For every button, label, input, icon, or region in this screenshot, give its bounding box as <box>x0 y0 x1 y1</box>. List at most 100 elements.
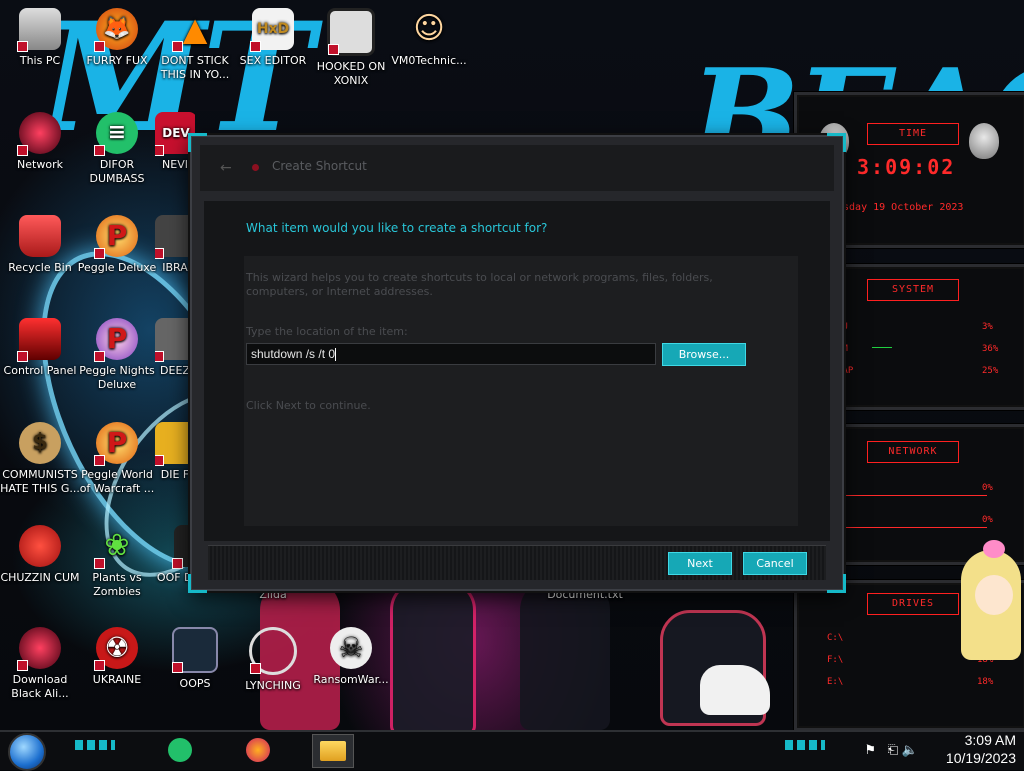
desktop-icon-dont-stick[interactable]: ▲ DONT STICK THIS IN YO... <box>155 8 235 82</box>
recycle-bin-icon <box>19 215 61 257</box>
back-arrow-icon[interactable]: ← <box>220 161 242 175</box>
wallpaper-figure <box>520 580 610 730</box>
cancel-button[interactable]: Cancel <box>743 552 807 575</box>
next-button[interactable]: Next <box>668 552 732 575</box>
desktop-icon-hooked-on-xonix[interactable]: HOOKED ON XONIX <box>311 8 391 88</box>
dialog-content: What item would you like to create a sho… <box>204 201 830 541</box>
desktop-icon-label: CHUZZIN CUM <box>0 571 80 584</box>
desktop-icon-deez[interactable]: DEEZ <box>155 318 195 378</box>
browse-button[interactable]: Browse... <box>662 343 746 366</box>
desktop-icon-label: Control Panel <box>3 364 77 377</box>
start-button[interactable] <box>8 733 46 771</box>
desktop-icon-label: HOOKED ON XONIX <box>316 60 386 87</box>
desktop-icon-plants-vs-zombies[interactable]: ❀ Plants vs Zombies <box>77 525 157 599</box>
money-bag-icon: $ <box>19 422 61 464</box>
desktop-icon-label: This PC <box>19 54 61 67</box>
computer-icon <box>17 8 61 52</box>
desktop-icon-vm0technic[interactable]: ☺ VM0Technic... <box>389 8 469 68</box>
continue-hint: Click Next to continue. <box>246 399 371 412</box>
drive-label: C:\ <box>827 633 844 643</box>
desktop-icon-label: Peggle Nights Deluxe <box>79 364 155 391</box>
alien-globe-icon <box>17 627 61 671</box>
firefox-icon: 🦊 <box>94 8 138 52</box>
desktop-icon-label: DEEZ <box>160 364 190 377</box>
desktop-icon-ransomware[interactable]: ☠ RansomWar... <box>311 627 391 687</box>
wizard-heading: What item would you like to create a sho… <box>246 221 548 235</box>
chuzzle-icon <box>19 525 61 567</box>
peggle-icon: P <box>94 422 138 466</box>
action-center-icon[interactable]: ⚑ <box>864 742 876 758</box>
clock-date[interactable]: 10/19/2023 <box>926 750 1016 766</box>
desktop-icon-peggle-nights[interactable]: P Peggle Nights Deluxe <box>77 318 157 392</box>
desktop-icon-chuzzin[interactable]: CHUZZIN CUM <box>0 525 80 585</box>
taskbar-app-notes[interactable] <box>160 734 200 766</box>
create-shortcut-dialog: ← Create Shortcut What item would you li… <box>188 133 846 593</box>
desktop-icon-control-panel[interactable]: Control Panel <box>0 318 80 378</box>
widget-title: TIME <box>867 123 959 145</box>
firefox-icon <box>246 738 270 762</box>
desktop-icon-recycle-bin[interactable]: Recycle Bin <box>0 215 80 275</box>
app-icon <box>155 318 195 362</box>
wizard-description: This wizard helps you to create shortcut… <box>246 271 713 298</box>
desktop-icon-ukraine[interactable]: ☢ UKRAINE <box>77 627 157 687</box>
ram-meter <box>872 347 892 348</box>
network-icon[interactable]: ⎗ <box>888 742 898 758</box>
widget-time-value: 3:09:02 <box>857 155 956 179</box>
desktop-icon-label: LYNCHING <box>245 679 301 692</box>
character-face <box>975 575 1013 615</box>
desktop-icon-die-f[interactable]: DIE F <box>155 422 195 482</box>
text-cursor <box>335 348 337 362</box>
download-graph <box>837 495 987 496</box>
taskbar-decoration <box>75 740 115 750</box>
desktop-icon-ibra[interactable]: IBRA <box>155 215 195 275</box>
desktop-icon-furry-fux[interactable]: 🦊 FURRY FUX <box>77 8 157 68</box>
desktop-icon-label: Network <box>17 158 63 171</box>
desktop-icon-peggle-deluxe[interactable]: P Peggle Deluxe <box>77 215 157 275</box>
drive-value: 18% <box>977 677 994 687</box>
desktop-icon-label: FURRY FUX <box>86 54 148 67</box>
drive-label: E:\ <box>827 677 844 687</box>
shortcut-app-icon <box>252 164 259 171</box>
flower-icon: ❀ <box>94 525 138 569</box>
desktop-icon-oops[interactable]: OOPS <box>155 627 235 691</box>
desktop-icon-label: OOPS <box>179 677 211 690</box>
drive-label: F:\ <box>827 655 844 665</box>
location-input-value: shutdown /s /t 0 <box>251 347 336 361</box>
dialog-corner-accent <box>188 574 207 593</box>
desktop-icon-network[interactable]: Network <box>0 112 80 172</box>
widget-title: SYSTEM <box>867 279 959 301</box>
cpu-value: 3% <box>982 322 993 332</box>
swap-value: 25% <box>982 366 999 376</box>
desktop-icon-download-black-ali[interactable]: Download Black Ali... <box>0 627 80 701</box>
desktop-icon-label: Download Black Ali... <box>11 673 69 700</box>
location-input[interactable]: shutdown /s /t 0 <box>246 343 656 365</box>
desktop-icon-label: VM0Technic... <box>391 54 467 67</box>
desktop-icon-communists[interactable]: $ COMMUNISTS HATE THIS G... <box>0 422 80 496</box>
desktop-icon-label: COMMUNISTS HATE THIS G... <box>0 468 80 495</box>
desktop-icon-label: SEX EDITOR <box>239 54 307 67</box>
desktop-icon-lynching[interactable]: LYNCHING <box>233 627 313 693</box>
radiation-icon: ☢ <box>94 627 138 671</box>
control-panel-icon <box>17 318 61 362</box>
taskbar-app-file-explorer[interactable] <box>312 734 354 768</box>
desktop-icon-sex-editor[interactable]: HxD SEX EDITOR <box>233 8 313 68</box>
peggle-icon: P <box>94 318 138 362</box>
desktop-icon-peggle-wow[interactable]: P Peggle World of Warcraft ... <box>77 422 157 496</box>
upload-value: 0% <box>982 515 993 525</box>
location-field-label: Type the location of the item: <box>246 325 408 338</box>
alien-head-icon <box>969 123 999 159</box>
desktop-icon-label: Recycle Bin <box>8 261 72 274</box>
desktop-icon-this-pc[interactable]: This PC <box>0 8 80 68</box>
dialog-titlebar[interactable]: ← Create Shortcut <box>200 145 834 191</box>
taskbar-decoration <box>785 740 825 750</box>
wallpaper-figure <box>390 580 476 730</box>
vlc-cone-icon: ▲ <box>172 8 216 52</box>
desktop-icon-label: DIE F <box>160 468 190 481</box>
volume-icon[interactable]: 🔈 <box>902 742 918 758</box>
desktop-icon-difor-dumbass[interactable]: ≡ DIFOR DUMBASS <box>77 112 157 186</box>
desktop-icon-label: IBRA <box>162 261 188 274</box>
ram-value: 36% <box>982 344 999 354</box>
clock-time[interactable]: 3:09 AM <box>926 732 1016 748</box>
taskbar-app-firefox[interactable] <box>238 734 278 766</box>
app-icon <box>155 422 195 466</box>
